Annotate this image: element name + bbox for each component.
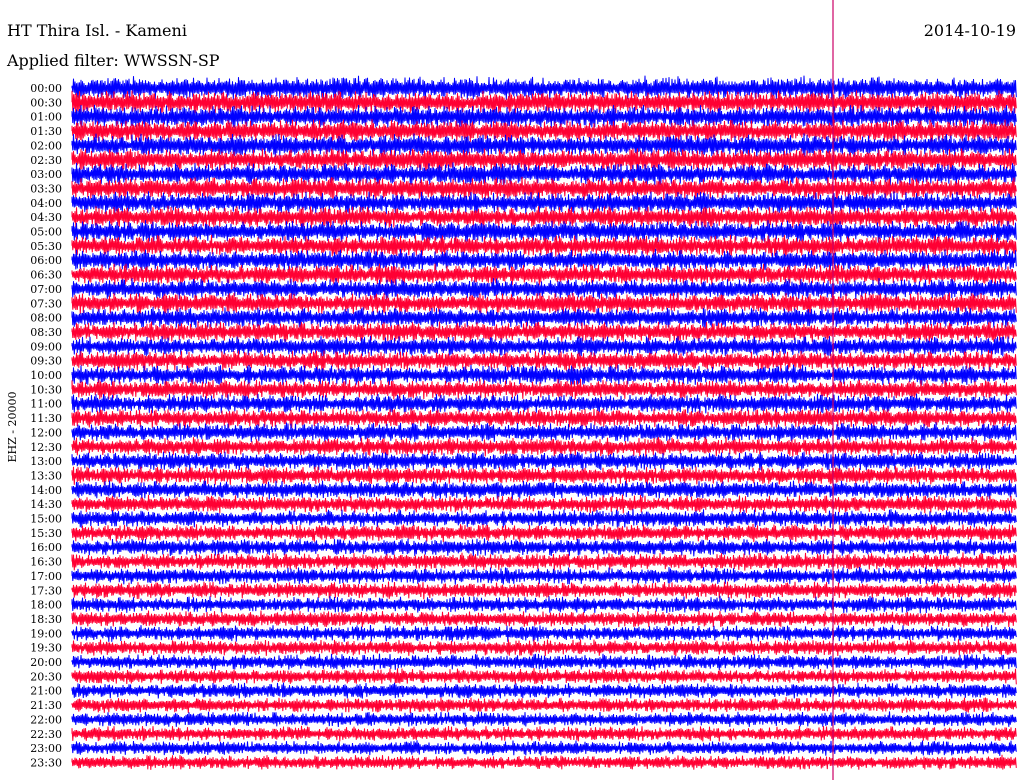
seismic-trace <box>71 595 1017 614</box>
time-label: 02:30 <box>30 154 62 167</box>
time-label: 23:30 <box>30 756 62 769</box>
time-label: 15:30 <box>30 527 62 540</box>
time-label: 12:30 <box>30 441 62 454</box>
time-label: 21:30 <box>30 699 62 712</box>
time-label: 09:30 <box>30 355 62 368</box>
time-label: 12:00 <box>30 426 62 439</box>
time-label: 11:00 <box>30 398 62 411</box>
time-label: 02:00 <box>30 139 62 152</box>
seismic-trace <box>71 234 1017 258</box>
time-label: 13:00 <box>30 455 62 468</box>
time-axis-labels: 00:0000:30 01:0001:3002:00 02:3003:0003:30… <box>30 82 62 769</box>
time-label: 13:30 <box>30 469 62 482</box>
time-label: 03:00 <box>30 168 62 181</box>
time-label: 08:00 <box>30 312 62 325</box>
time-label: 17:30 <box>30 584 62 597</box>
date-label: 2014-10-19 <box>924 21 1016 40</box>
time-label: 10:30 <box>30 383 62 396</box>
time-label: 06:00 <box>30 254 62 267</box>
seismic-trace <box>71 581 1017 600</box>
seismic-trace <box>71 610 1017 628</box>
seismic-trace <box>71 378 1017 400</box>
seismic-trace <box>71 653 1017 671</box>
time-label: 00:30 <box>30 96 62 109</box>
seismic-trace <box>71 292 1017 315</box>
time-label: 16:30 <box>30 556 62 569</box>
time-label: 04:30 <box>30 211 62 224</box>
seismic-trace <box>71 711 1017 728</box>
seismic-trace <box>71 566 1017 585</box>
seismic-trace <box>71 176 1017 200</box>
seismic-trace <box>71 682 1017 699</box>
seismic-trace <box>71 523 1017 543</box>
seismic-trace <box>71 263 1017 286</box>
time-label: 19:00 <box>30 627 62 640</box>
seismic-trace <box>71 624 1017 642</box>
time-label: 22:30 <box>30 728 62 741</box>
seismic-trace <box>71 451 1017 471</box>
time-label: 14:00 <box>30 484 62 497</box>
time-label: 23:00 <box>30 742 62 755</box>
seismic-trace <box>71 119 1017 143</box>
time-label: 14:30 <box>30 498 62 511</box>
time-label: 08:30 <box>30 326 62 339</box>
time-label: 18:00 <box>30 599 62 612</box>
time-label: 22:00 <box>30 713 62 726</box>
time-label: 01:00 <box>30 111 62 124</box>
time-label: 07:00 <box>30 283 62 296</box>
time-label: 07:30 <box>30 297 62 310</box>
time-label: 20:30 <box>30 670 62 683</box>
time-label: 16:00 <box>30 541 62 554</box>
station-title: HT Thira Isl. - Kameni <box>7 21 187 40</box>
seismic-trace <box>71 552 1017 571</box>
filter-label: Applied filter: WWSSN-SP <box>6 51 220 70</box>
time-label: 17:00 <box>30 570 62 583</box>
channel-label: EHZ - 20000 <box>6 392 19 463</box>
time-label: 00:00 <box>30 82 62 95</box>
trace-area <box>71 75 1017 770</box>
seismic-trace <box>71 639 1017 657</box>
time-label: 01:30 <box>30 125 62 138</box>
seismic-trace <box>71 725 1017 742</box>
seismic-trace <box>71 278 1017 300</box>
time-label: 06:30 <box>30 269 62 282</box>
time-label: 05:30 <box>30 240 62 253</box>
seismic-trace <box>71 494 1017 514</box>
time-label: 11:30 <box>30 412 62 425</box>
seismic-trace <box>71 740 1017 756</box>
time-label: 05:00 <box>30 226 62 239</box>
seismic-trace <box>71 754 1017 770</box>
time-label: 10:00 <box>30 369 62 382</box>
time-label: 19:30 <box>30 642 62 655</box>
time-label: 21:00 <box>30 685 62 698</box>
seismic-trace <box>71 509 1017 528</box>
time-label: 04:00 <box>30 197 62 210</box>
time-label: 15:00 <box>30 513 62 526</box>
seismic-trace <box>71 408 1017 429</box>
seismic-trace <box>71 538 1017 557</box>
time-label: 18:30 <box>30 613 62 626</box>
time-label: 09:00 <box>30 340 62 353</box>
seismic-trace <box>71 667 1017 685</box>
seismic-trace <box>71 480 1017 500</box>
time-label: 20:00 <box>30 656 62 669</box>
time-label: 03:30 <box>30 182 62 195</box>
seismic-trace <box>71 697 1017 714</box>
helicorder-chart: HT Thira Isl. - Kameni Applied filter: W… <box>0 0 1024 780</box>
